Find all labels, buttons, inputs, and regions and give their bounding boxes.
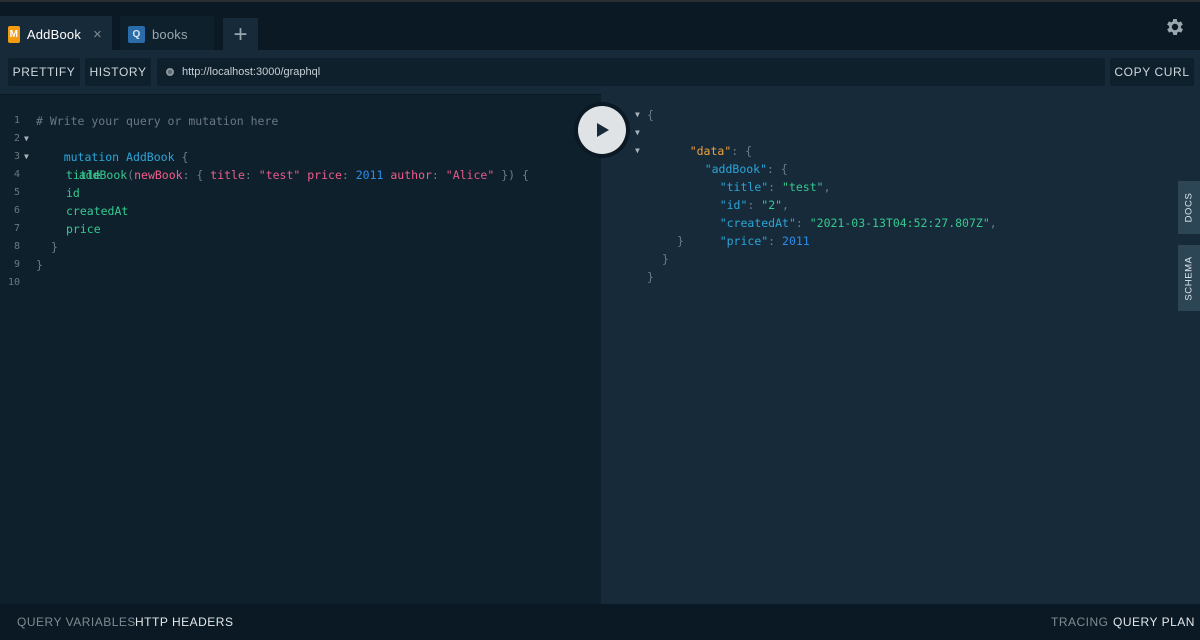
line-number: 8 bbox=[13, 241, 20, 252]
line-number: 7 bbox=[13, 223, 20, 234]
json-close-brace: } bbox=[647, 270, 654, 284]
line-number: 3 bbox=[13, 151, 20, 162]
tab-addbook[interactable]: M AddBook × bbox=[0, 16, 112, 52]
value-title: "test" bbox=[258, 168, 301, 182]
toolbar: PRETTIFY HISTORY http://localhost:3000/g… bbox=[0, 50, 1200, 94]
json-line-title: "title": "test", bbox=[719, 180, 831, 194]
line-number: 2 bbox=[13, 133, 20, 144]
close-brace: } bbox=[51, 240, 58, 254]
json-line-data: "data": { bbox=[689, 144, 753, 158]
http-headers-tab[interactable]: HTTP HEADERS bbox=[135, 615, 233, 629]
connection-status-icon bbox=[166, 68, 174, 76]
fold-arrow-icon[interactable]: ▼ bbox=[24, 130, 29, 148]
field-id: id bbox=[66, 186, 80, 200]
fold-arrow-icon[interactable]: ▼ bbox=[24, 148, 29, 166]
schema-tab[interactable]: SCHEMA bbox=[1178, 245, 1200, 311]
json-line-price: "price": 2011 bbox=[719, 234, 810, 248]
bottom-bar: QUERY VARIABLES HTTP HEADERS TRACING QUE… bbox=[0, 604, 1200, 640]
json-key-price: "price" bbox=[719, 234, 769, 248]
json-close-brace: } bbox=[677, 234, 684, 248]
json-open-brace: { bbox=[647, 108, 654, 122]
close-icon[interactable]: × bbox=[93, 26, 102, 43]
close-brace: } bbox=[36, 258, 43, 272]
tab-books[interactable]: Q books bbox=[120, 16, 214, 52]
field-title: title bbox=[66, 168, 101, 182]
line-number: 10 bbox=[7, 277, 20, 288]
docs-tab-label: DOCS bbox=[1183, 192, 1195, 223]
result-viewer: ▼ ▼ ▼ { "data": { "addBook": { "title": … bbox=[601, 94, 1200, 604]
schema-tab-label: SCHEMA bbox=[1183, 255, 1195, 301]
field-createdat: createdAt bbox=[66, 204, 129, 218]
arg-newbook: newBook bbox=[134, 168, 183, 182]
line-number: 1 bbox=[13, 115, 20, 126]
add-tab-button[interactable]: + bbox=[223, 18, 258, 52]
value-author: "Alice" bbox=[445, 168, 495, 182]
mutation-badge: M bbox=[8, 25, 20, 43]
tab-bar: M AddBook × Q books + bbox=[0, 0, 1200, 52]
gear-icon[interactable] bbox=[1164, 16, 1186, 38]
json-value-price: 2011 bbox=[782, 234, 810, 248]
json-close-brace: } bbox=[662, 252, 669, 266]
tab-label: AddBook bbox=[26, 26, 82, 42]
endpoint-url: http://localhost:3000/graphql bbox=[182, 66, 321, 78]
tab-label: books bbox=[152, 26, 188, 42]
query-variables-tab[interactable]: QUERY VARIABLES bbox=[17, 615, 136, 629]
docs-tab[interactable]: DOCS bbox=[1178, 181, 1200, 234]
line-number: 5 bbox=[13, 187, 20, 198]
fold-arrow-icon[interactable]: ▼ bbox=[635, 106, 640, 124]
tracing-tab[interactable]: TRACING bbox=[1051, 615, 1109, 629]
copy-curl-button[interactable]: COPY CURL bbox=[1110, 58, 1194, 86]
prettify-button[interactable]: PRETTIFY bbox=[8, 58, 80, 86]
fold-arrow-icon[interactable]: ▼ bbox=[635, 124, 640, 142]
query-plan-tab[interactable]: QUERY PLAN bbox=[1113, 615, 1195, 629]
history-button[interactable]: HISTORY bbox=[85, 58, 151, 86]
execute-query-button[interactable] bbox=[574, 102, 630, 158]
line-number: 4 bbox=[13, 169, 20, 180]
code-line-mutation: mutation AddBook { bbox=[36, 130, 189, 164]
close-args: }) { bbox=[501, 168, 529, 182]
field-price: price bbox=[66, 222, 101, 236]
endpoint-url-input[interactable]: http://localhost:3000/graphql bbox=[157, 58, 1105, 86]
line-number: 6 bbox=[13, 205, 20, 216]
arg-author: author bbox=[390, 168, 432, 182]
query-editor[interactable]: 1 2 3 4 5 6 7 8 9 10 ▼ ▼ # Write your qu… bbox=[0, 94, 601, 604]
code-line-addbook: addBook(newBook: { title: "test" price: … bbox=[78, 168, 529, 182]
line-number: 9 bbox=[13, 259, 20, 270]
query-badge: Q bbox=[128, 25, 145, 43]
fold-arrow-icon[interactable]: ▼ bbox=[635, 142, 640, 160]
code-comment: # Write your query or mutation here bbox=[36, 114, 279, 128]
json-line-id: "id": "2", bbox=[719, 198, 789, 212]
json-value-createdat: "2021-03-13T04:52:27.807Z" bbox=[809, 216, 990, 230]
arg-title: title bbox=[210, 168, 245, 182]
value-price: 2011 bbox=[355, 168, 384, 182]
play-icon bbox=[578, 106, 626, 154]
arg-price: price bbox=[307, 168, 342, 182]
json-line-addbook: "addBook": { bbox=[704, 162, 788, 176]
json-line-createdat: "createdAt": "2021-03-13T04:52:27.807Z", bbox=[719, 216, 997, 230]
